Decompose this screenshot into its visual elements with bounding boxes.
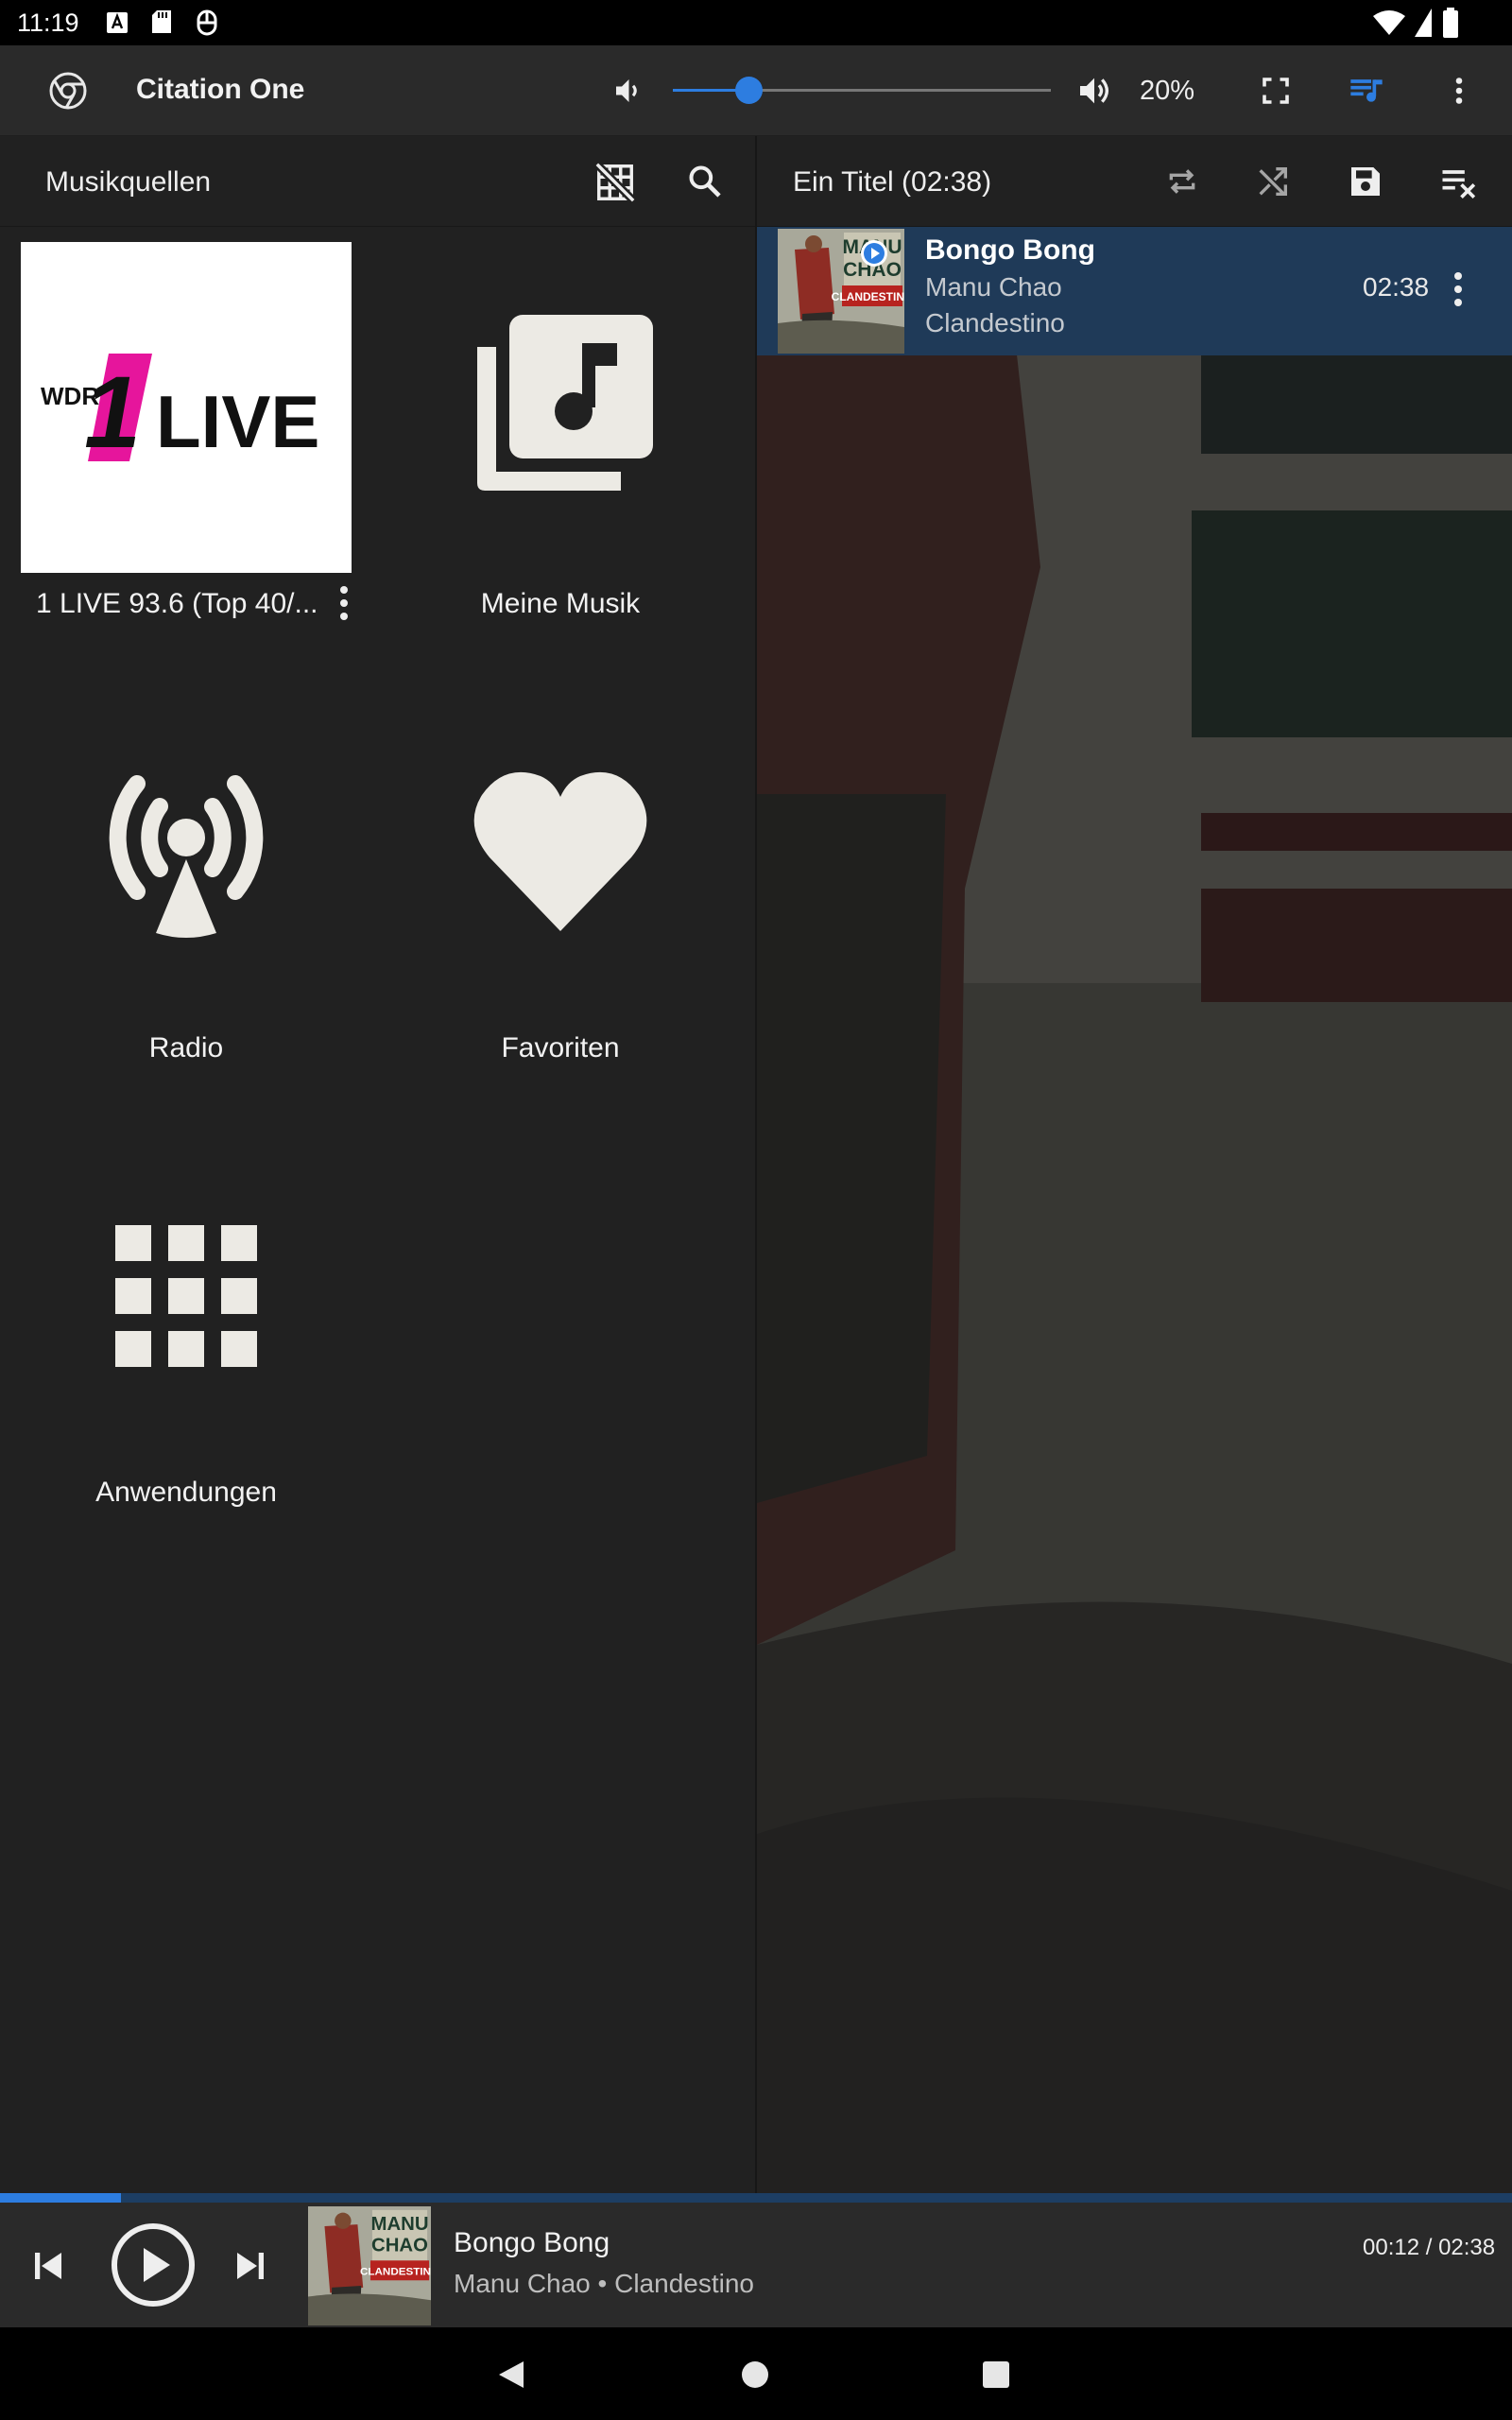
heart-graphic — [473, 771, 647, 931]
source-tile-meine-musik[interactable]: Meine Musik — [395, 242, 726, 620]
keyboard-notification-icon — [107, 12, 128, 33]
source-tile-favoriten[interactable]: Favoriten — [395, 686, 726, 1064]
music-library-graphic — [477, 315, 653, 491]
tile-label: Anwendungen — [95, 1477, 277, 1508]
track-thumbnail: MANU CHAO CLANDESTINO — [778, 229, 904, 354]
player-art-text-line3: CLANDESTINO — [360, 2267, 431, 2278]
queue-header: Ein Titel (02:38) — [757, 136, 1512, 227]
wifi-icon — [1373, 10, 1405, 35]
queue-title: Ein Titel (02:38) — [793, 166, 992, 198]
album-art-text-line3: CLANDESTINO — [832, 290, 904, 303]
track-duration: 02:38 — [1363, 272, 1430, 302]
playback-progress-bar[interactable] — [0, 2193, 1512, 2203]
volume-down-icon[interactable] — [610, 74, 644, 108]
search-icon[interactable] — [686, 163, 724, 200]
tile-label: Meine Musik — [480, 588, 641, 619]
battery-icon — [1443, 8, 1458, 38]
volume-slider[interactable] — [673, 77, 1051, 104]
player-art-text-line2: CHAO — [371, 2236, 428, 2256]
nav-recents-icon[interactable] — [983, 2361, 1009, 2388]
track-artist: Manu Chao — [925, 272, 1062, 302]
tile-label: Favoriten — [501, 1032, 620, 1063]
1live-logo-graphic: WDR 1 LIVE — [41, 354, 319, 469]
volume-percent: 20% — [1140, 76, 1195, 106]
sd-card-icon — [152, 10, 171, 33]
skip-previous-icon[interactable] — [28, 2246, 68, 2286]
cell-signal-icon — [1415, 9, 1432, 37]
play-button[interactable] — [110, 2221, 197, 2308]
queue-panel: Ein Titel (02:38) MANU CHAO CLANDES — [757, 136, 1512, 2193]
player-thumbnail[interactable]: MANU CHAO CLANDESTINO — [308, 2206, 431, 2325]
tile-label: 1 LIVE 93.6 (Top 40/... — [36, 588, 318, 619]
save-icon[interactable] — [1347, 163, 1384, 200]
repeat-icon[interactable] — [1163, 163, 1201, 200]
more-menu-icon[interactable] — [1442, 74, 1476, 108]
nav-back-icon[interactable] — [497, 2360, 525, 2390]
music-library-icon — [395, 242, 726, 573]
player-subtitle: Manu Chao • Clandestino — [454, 2269, 754, 2298]
track-more-icon[interactable] — [1445, 270, 1471, 308]
queue-music-icon[interactable] — [1348, 72, 1385, 110]
tile-label: Radio — [148, 1032, 224, 1063]
background-art-graphic — [757, 227, 1512, 2193]
queue-track-row[interactable]: MANU CHAO CLANDESTINO Bongo Bong Manu Ch… — [757, 227, 1512, 355]
playback-progress-fill — [0, 2193, 121, 2203]
now-playing-icon — [861, 240, 887, 267]
apps-grid-icon — [21, 1131, 352, 1461]
player-title: Bongo Bong — [454, 2227, 610, 2258]
nav-home-icon[interactable] — [741, 2360, 769, 2389]
logo-live-text: LIVE — [156, 380, 319, 463]
logo-one-text: 1 — [76, 355, 152, 469]
app-bar: Citation One 20% — [0, 45, 1512, 136]
background-album-art — [757, 227, 1512, 2193]
radio-tower-icon — [21, 686, 352, 1017]
tile-more-icon[interactable] — [331, 584, 357, 622]
source-tile-radio[interactable]: Radio — [21, 686, 352, 1064]
track-album: Clandestino — [925, 308, 1065, 337]
music-sources-header: Musikquellen — [0, 136, 755, 227]
track-title: Bongo Bong — [925, 234, 1095, 266]
heart-icon — [395, 686, 726, 1017]
1live-logo: WDR 1 LIVE — [21, 242, 352, 573]
radio-tower-graphic — [109, 775, 264, 938]
music-sources-title: Musikquellen — [45, 166, 212, 198]
accessibility-notification-icon — [197, 9, 217, 36]
source-tile-anwendungen[interactable]: Anwendungen — [21, 1131, 352, 1509]
app-title: Citation One — [136, 74, 305, 105]
clear-queue-icon[interactable] — [1439, 163, 1479, 200]
player-art-text-line1: MANU — [370, 2214, 428, 2235]
status-bar: 11:19 — [0, 0, 1512, 45]
apps-grid-graphic — [115, 1225, 257, 1367]
fullscreen-icon[interactable] — [1259, 74, 1293, 108]
mini-player: MANU CHAO CLANDESTINO Bongo Bong Manu Ch… — [0, 2203, 1512, 2327]
music-sources-panel: Musikquellen WDR 1 LIVE 1 LIVE 93.6 (Top… — [0, 136, 755, 2193]
shuffle-icon[interactable] — [1254, 163, 1292, 200]
grid-off-icon[interactable] — [593, 161, 637, 204]
app-logo-icon[interactable] — [47, 70, 89, 112]
status-time: 11:19 — [17, 9, 79, 37]
player-album-art-graphic: MANU CHAO CLANDESTINO — [308, 2206, 431, 2325]
volume-slider-thumb[interactable] — [735, 77, 763, 104]
source-tile-1live[interactable]: WDR 1 LIVE 1 LIVE 93.6 (Top 40/... — [21, 242, 352, 620]
player-time: 00:12 / 02:38 — [1363, 2235, 1496, 2260]
volume-up-icon[interactable] — [1075, 72, 1113, 110]
system-nav-bar — [0, 2327, 1512, 2420]
skip-next-icon[interactable] — [231, 2246, 270, 2286]
